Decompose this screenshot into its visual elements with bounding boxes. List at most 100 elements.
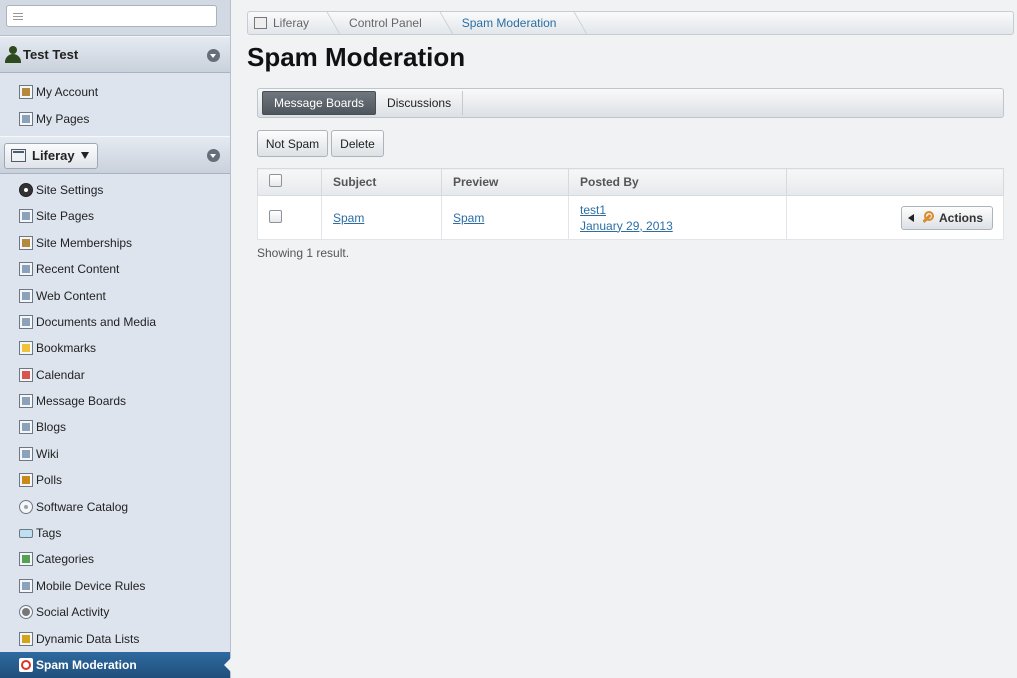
recent-content-icon xyxy=(19,262,33,277)
sidebar-item-recent-content[interactable]: Recent Content xyxy=(0,256,230,282)
user-icon xyxy=(5,46,21,63)
sidebar-item-dynamic-data-lists[interactable]: Dynamic Data Lists xyxy=(0,625,230,651)
spam-icon xyxy=(19,658,33,672)
main-content: Liferay Control Panel Spam Moderation Sp… xyxy=(231,0,1017,678)
not-spam-button[interactable]: Not Spam xyxy=(257,130,328,157)
preview-link[interactable]: Spam xyxy=(453,211,484,225)
user-name: Test Test xyxy=(23,47,79,62)
breadcrumb-item-liferay[interactable]: Liferay xyxy=(248,12,325,34)
sidebar-item-label: Wiki xyxy=(36,446,59,461)
dynamic-data-lists-icon xyxy=(19,631,33,646)
sidebar-item-social-activity[interactable]: Social Activity xyxy=(0,599,230,625)
sidebar-item-label: Recent Content xyxy=(36,262,120,277)
sidebar-item-site-memberships[interactable]: Site Memberships xyxy=(0,230,230,256)
sidebar-item-label: Web Content xyxy=(36,288,106,303)
delete-button[interactable]: Delete xyxy=(331,130,384,157)
site-name: Liferay xyxy=(32,148,75,164)
tab-discussions[interactable]: Discussions xyxy=(376,91,464,115)
subject-cell: Spam xyxy=(321,195,442,240)
sidebar-item-blogs[interactable]: Blogs xyxy=(0,414,230,440)
column-header-actions xyxy=(786,168,1004,196)
actions-button[interactable]: Actions xyxy=(901,205,993,230)
sidebar-item-label: Categories xyxy=(36,552,95,567)
subject-link[interactable]: Spam xyxy=(333,211,364,225)
sidebar-item-label: Tags xyxy=(36,526,62,541)
column-header-posted-by[interactable]: Posted By xyxy=(568,168,787,196)
calendar-icon xyxy=(19,367,33,382)
sidebar-item-tags[interactable]: Tags xyxy=(0,520,230,546)
tag-icon xyxy=(19,528,33,538)
pages-icon xyxy=(19,209,33,224)
sidebar-item-label: My Pages xyxy=(36,111,90,126)
actions-cell: Actions xyxy=(786,195,1004,240)
posted-by-link[interactable]: test1 xyxy=(580,203,606,217)
sidebar-item-bookmarks[interactable]: Bookmarks xyxy=(0,335,230,361)
sidebar-item-label: Bookmarks xyxy=(36,341,97,356)
documents-icon xyxy=(19,314,33,329)
breadcrumb-label: Spam Moderation xyxy=(461,16,557,30)
sidebar-item-mobile-device-rules[interactable]: Mobile Device Rules xyxy=(0,573,230,599)
user-panel-header[interactable]: Test Test xyxy=(0,36,230,73)
caret-left-icon xyxy=(908,213,914,222)
collapse-site-panel-icon[interactable] xyxy=(207,148,220,162)
posted-by-cell: test1 January 29, 2013 xyxy=(568,195,787,240)
search-input[interactable] xyxy=(6,5,217,27)
software-catalog-icon xyxy=(19,499,33,514)
sidebar-item-label: Site Memberships xyxy=(36,235,133,250)
sidebar-item-documents-and-media[interactable]: Documents and Media xyxy=(0,309,230,335)
sidebar-item-site-pages[interactable]: Site Pages xyxy=(0,203,230,229)
sidebar-item-message-boards[interactable]: Message Boards xyxy=(0,388,230,414)
sidebar-item-label: Message Boards xyxy=(36,394,127,409)
sidebar-item-label: Calendar xyxy=(36,367,85,382)
table-header-row: Subject Preview Posted By xyxy=(257,168,1004,196)
breadcrumb-item-spam-moderation[interactable]: Spam Moderation xyxy=(438,12,573,34)
sidebar-item-my-pages[interactable]: My Pages xyxy=(0,105,230,131)
sidebar-item-categories[interactable]: Categories xyxy=(0,546,230,572)
breadcrumb-item-control-panel[interactable]: Control Panel xyxy=(325,12,438,34)
row-select-cell xyxy=(257,195,322,240)
sidebar-item-label: Dynamic Data Lists xyxy=(36,631,140,646)
polls-icon xyxy=(19,473,33,488)
tab-message-boards[interactable]: Message Boards xyxy=(262,91,377,115)
sidebar-item-site-settings[interactable]: Site Settings xyxy=(0,177,230,203)
actions-label: Actions xyxy=(939,210,984,225)
column-header-subject[interactable]: Subject xyxy=(321,168,442,196)
sidebar-item-wiki[interactable]: Wiki xyxy=(0,441,230,467)
posted-date-link[interactable]: January 29, 2013 xyxy=(580,219,673,233)
wiki-icon xyxy=(19,446,33,461)
sidebar-item-label: Blogs xyxy=(36,420,67,435)
message-boards-icon xyxy=(19,394,33,409)
sidebar-item-polls[interactable]: Polls xyxy=(0,467,230,493)
sidebar: Test Test My Account My Pages Liferay Si… xyxy=(0,0,231,678)
sidebar-item-label: Software Catalog xyxy=(36,499,129,514)
social-activity-icon xyxy=(19,605,33,620)
sidebar-item-spam-moderation[interactable]: Spam Moderation xyxy=(0,651,231,678)
sidebar-item-web-content[interactable]: Web Content xyxy=(0,282,230,308)
home-icon xyxy=(254,17,267,29)
web-content-icon xyxy=(19,288,33,303)
sidebar-item-label: Site Settings xyxy=(36,182,104,197)
wrench-icon xyxy=(920,210,934,225)
select-all-header xyxy=(257,168,322,196)
select-all-checkbox[interactable] xyxy=(269,174,282,187)
gear-icon xyxy=(19,182,33,197)
site-selector-button[interactable]: Liferay xyxy=(4,142,98,169)
site-icon xyxy=(11,149,26,163)
sidebar-item-my-account[interactable]: My Account xyxy=(0,79,230,105)
tabs-bar: Message Boards Discussions xyxy=(257,88,1004,118)
breadcrumb-label: Liferay xyxy=(273,16,310,30)
results-table: Subject Preview Posted By Spam Spam test… xyxy=(257,168,1004,240)
collapse-user-panel-icon[interactable] xyxy=(207,49,220,62)
sidebar-item-calendar[interactable]: Calendar xyxy=(0,362,230,388)
search-icon xyxy=(13,13,23,20)
sidebar-item-label: Documents and Media xyxy=(36,314,157,329)
bookmarks-icon xyxy=(19,341,33,356)
row-checkbox[interactable] xyxy=(269,209,282,223)
sidebar-item-software-catalog[interactable]: Software Catalog xyxy=(0,493,230,519)
people-icon xyxy=(19,235,33,250)
blogs-icon xyxy=(19,420,33,435)
sidebar-item-label: Social Activity xyxy=(36,605,110,620)
search-area xyxy=(0,0,230,36)
column-header-preview[interactable]: Preview xyxy=(441,168,569,196)
user-nav: My Account My Pages xyxy=(0,73,230,136)
